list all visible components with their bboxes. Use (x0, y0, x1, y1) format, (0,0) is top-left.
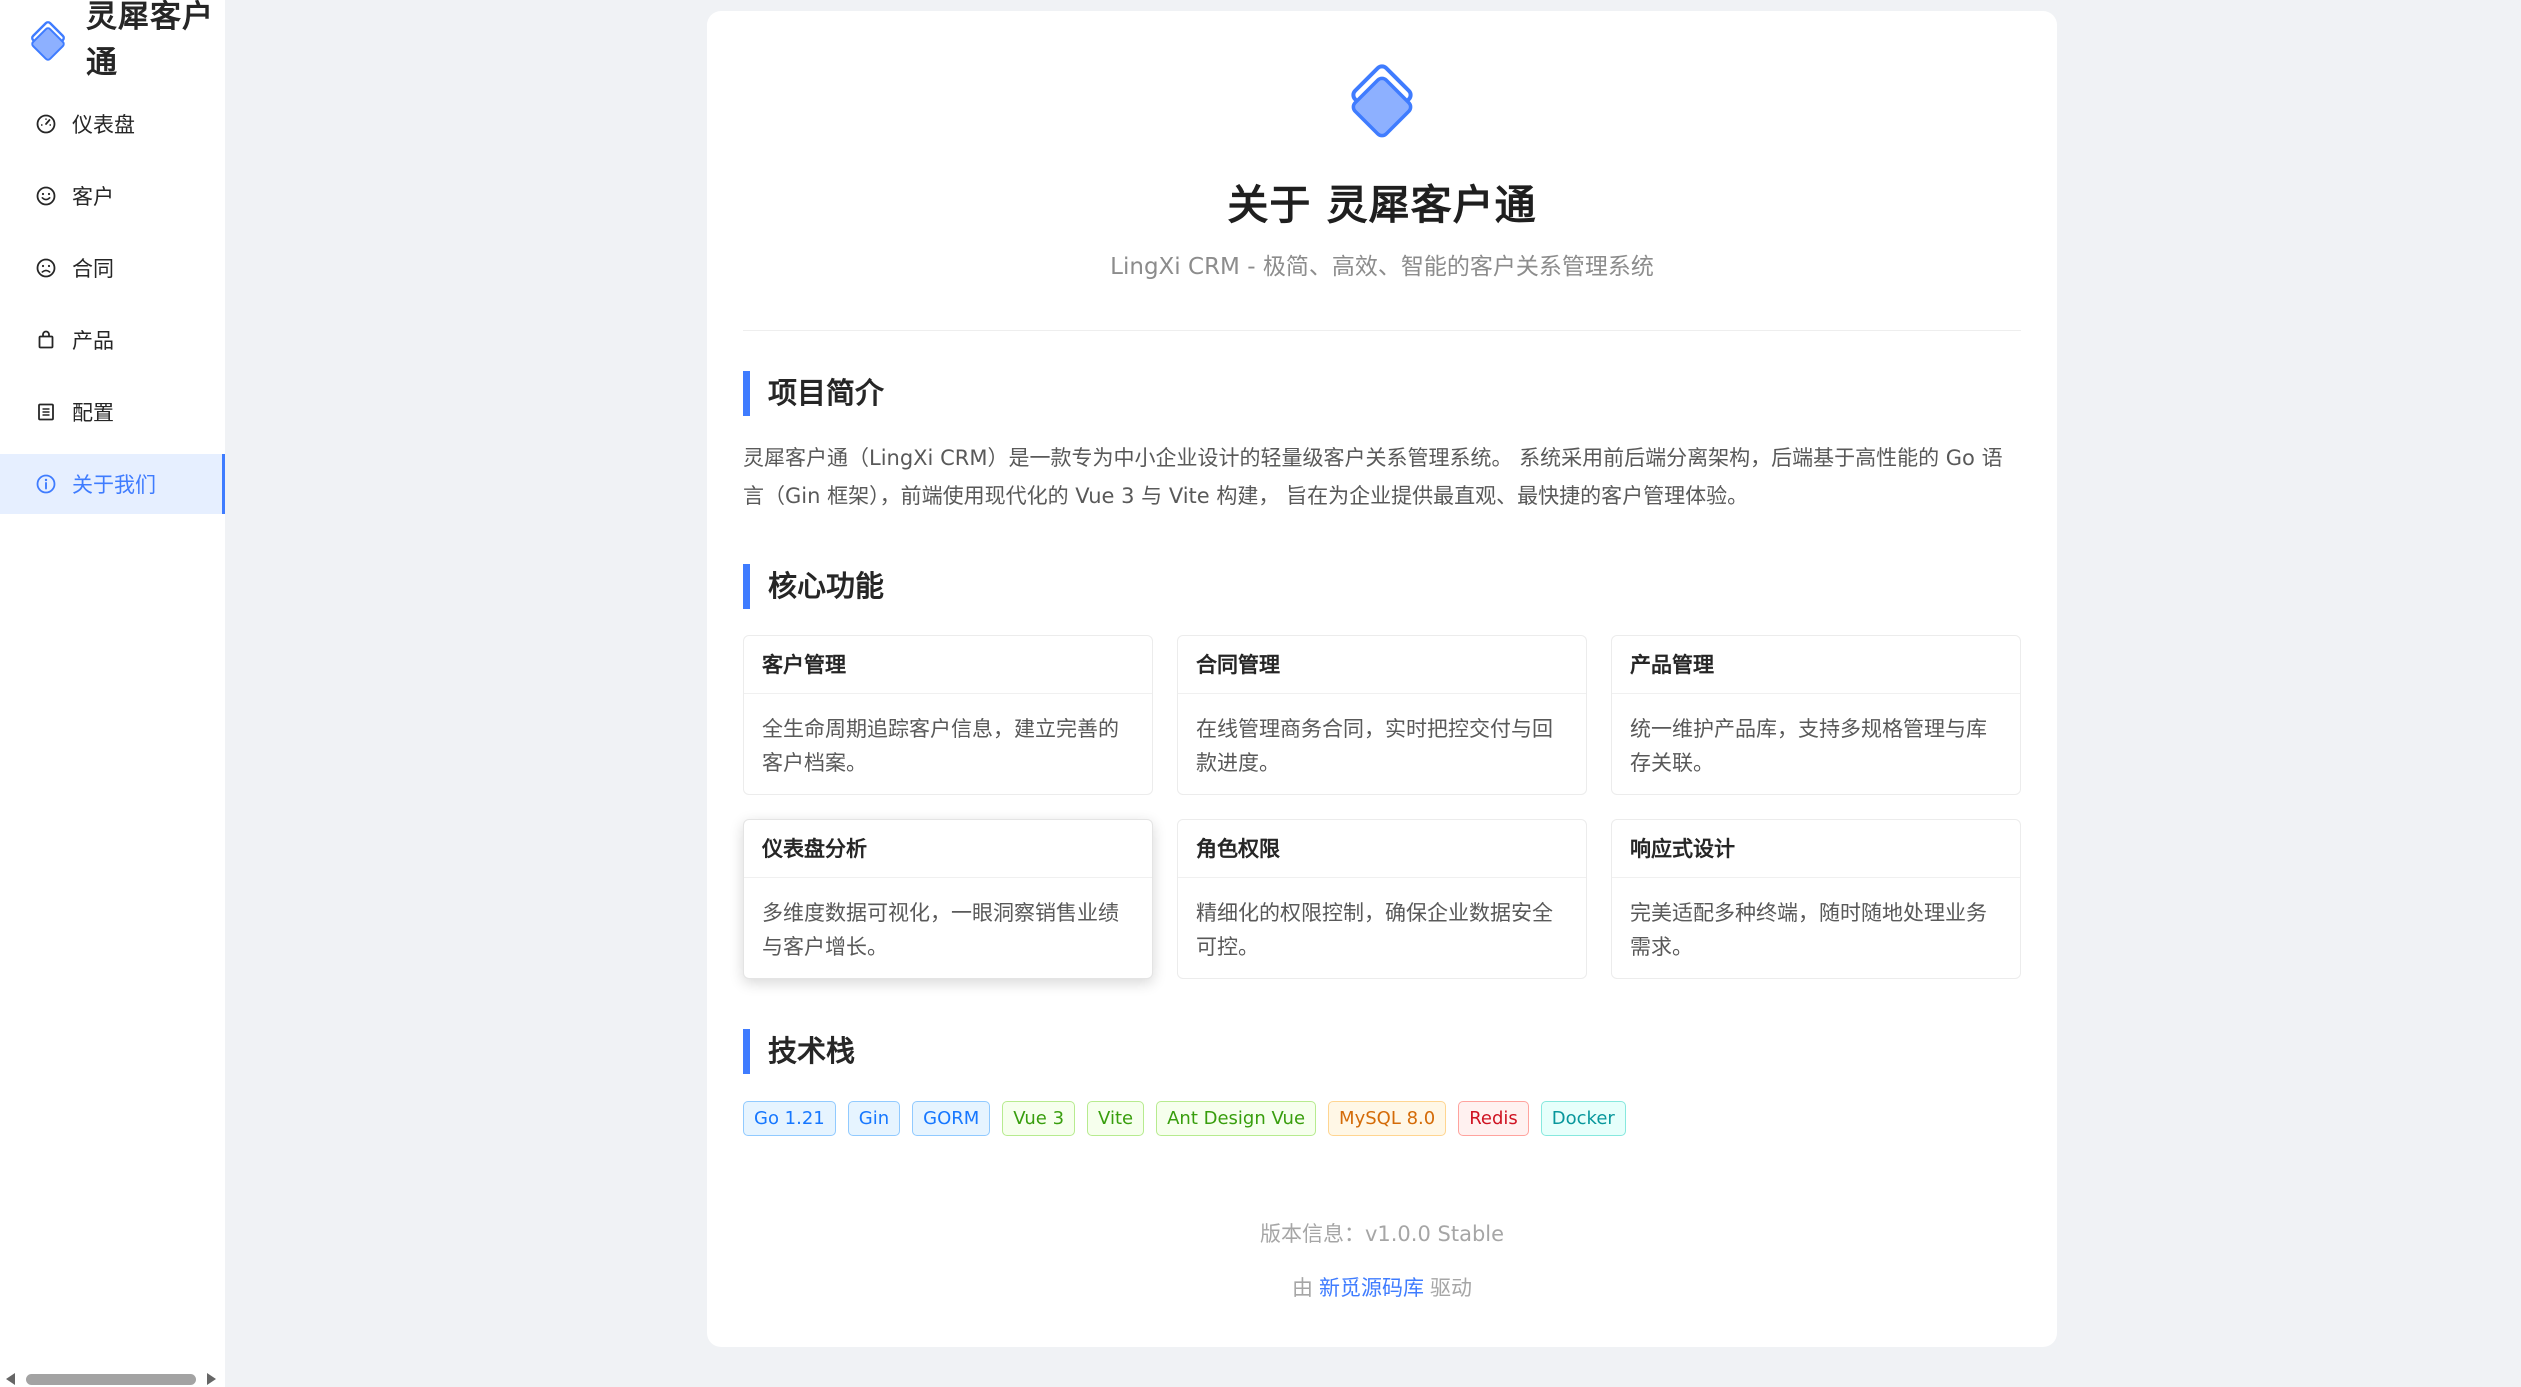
tech-tag: Ant Design Vue (1156, 1101, 1317, 1136)
feature-card-responsive[interactable]: 响应式设计 完美适配多种终端，随时随地处理业务需求。 (1611, 819, 2021, 979)
tech-tag: Gin (847, 1101, 901, 1136)
version-info: 版本信息：v1.0.0 Stable (707, 1218, 2057, 1248)
powered-by-link[interactable]: 新觅源码库 (1319, 1276, 1424, 1300)
sidebar-item-products[interactable]: 产品 (0, 310, 225, 370)
powered-suffix: 驱动 (1430, 1276, 1472, 1300)
diamond-logo-icon (31, 21, 65, 61)
feature-card-desc: 完美适配多种终端，随时随地处理业务需求。 (1630, 901, 1987, 959)
version-value: v1.0.0 Stable (1364, 1222, 1505, 1246)
tech-tag: Vue 3 (1002, 1101, 1076, 1136)
sidebar-item-label: 关于我们 (72, 473, 156, 497)
sidebar-item-label: 配置 (72, 401, 114, 425)
brand[interactable]: 灵犀客户通 (20, 0, 220, 90)
intro-paragraph: 灵犀客户通（LingXi CRM）是一款专为中小企业设计的轻量级客户关系管理系统… (743, 446, 2003, 508)
dashboard-icon (34, 112, 58, 136)
feature-card-title: 合同管理 (1178, 636, 1586, 694)
diamond-logo-icon (1351, 64, 1413, 138)
sidebar-item-dashboard[interactable]: 仪表盘 (0, 94, 225, 154)
feature-card-desc: 在线管理商务合同，实时把控交付与回款进度。 (1196, 717, 1553, 775)
sidebar-item-label: 合同 (72, 257, 114, 281)
scroll-right-arrow-icon[interactable] (207, 1373, 216, 1385)
sidebar: 灵犀客户通 仪表盘 客户 合同 产品 配置 关于我们 (0, 0, 225, 1387)
section-title-tech: 技术栈 (743, 1029, 855, 1074)
scrollbar-thumb[interactable] (26, 1374, 196, 1385)
tech-tag: MySQL 8.0 (1328, 1101, 1447, 1136)
feature-card-contracts[interactable]: 合同管理 在线管理商务合同，实时把控交付与回款进度。 (1177, 635, 1587, 795)
about-card: 关于 灵犀客户通 LingXi CRM - 极简、高效、智能的客户关系管理系统 … (707, 11, 2057, 1347)
sidebar-item-label: 产品 (72, 329, 114, 353)
smile-icon (34, 184, 58, 208)
feature-card-title: 客户管理 (744, 636, 1152, 694)
page-title: 关于 灵犀客户通 (707, 171, 2057, 231)
sidebar-item-settings[interactable]: 配置 (0, 382, 225, 442)
tech-tags: Go 1.21 Gin GORM Vue 3 Vite Ant Design V… (743, 1101, 2023, 1136)
feature-card-roles[interactable]: 角色权限 精细化的权限控制，确保企业数据安全可控。 (1177, 819, 1587, 979)
tech-tag: Redis (1458, 1101, 1529, 1136)
page-title-name: 灵犀客户通 (1326, 181, 1537, 229)
page-title-prefix: 关于 (1227, 181, 1312, 229)
feature-card-title: 产品管理 (1612, 636, 2020, 694)
sidebar-item-label: 客户 (72, 185, 114, 209)
sidebar-item-label: 仪表盘 (72, 113, 135, 137)
divider (743, 330, 2021, 331)
tech-tag: Vite (1087, 1101, 1145, 1136)
powered-by: 由新觅源码库 驱动 (707, 1272, 2057, 1302)
powered-prefix: 由 (1292, 1276, 1313, 1300)
frown-icon (34, 256, 58, 280)
brand-name: 灵犀客户通 (86, 0, 214, 81)
tech-tag: GORM (912, 1101, 991, 1136)
section-title-intro: 项目简介 (743, 371, 884, 416)
sidebar-menu: 仪表盘 客户 合同 产品 配置 关于我们 (0, 94, 225, 526)
feature-card-dashboard[interactable]: 仪表盘分析 多维度数据可视化，一眼洞察销售业绩与客户增长。 (743, 819, 1153, 979)
feature-card-desc: 精细化的权限控制，确保企业数据安全可控。 (1196, 901, 1553, 959)
page-subtitle: LingXi CRM - 极简、高效、智能的客户关系管理系统 (1110, 254, 1654, 280)
feature-card-products[interactable]: 产品管理 统一维护产品库，支持多规格管理与库存关联。 (1611, 635, 2021, 795)
tech-tag: Go 1.21 (743, 1101, 836, 1136)
scroll-left-arrow-icon[interactable] (6, 1373, 15, 1385)
sidebar-item-about[interactable]: 关于我们 (0, 454, 225, 514)
shopping-bag-icon (34, 328, 58, 352)
tech-tag: Docker (1540, 1101, 1626, 1136)
feature-card-desc: 统一维护产品库，支持多规格管理与库存关联。 (1630, 717, 1987, 775)
feature-card-title: 仪表盘分析 (744, 820, 1152, 878)
sidebar-item-contracts[interactable]: 合同 (0, 238, 225, 298)
feature-card-desc: 全生命周期追踪客户信息，建立完善的客户档案。 (762, 717, 1119, 775)
feature-card-desc: 多维度数据可视化，一眼洞察销售业绩与客户增长。 (762, 901, 1119, 959)
sidebar-horizontal-scrollbar[interactable] (0, 1370, 225, 1387)
sidebar-item-customers[interactable]: 客户 (0, 166, 225, 226)
feature-card-title: 角色权限 (1178, 820, 1586, 878)
section-title-features: 核心功能 (743, 564, 884, 609)
info-icon (34, 472, 58, 496)
version-label: 版本信息： (1259, 1222, 1365, 1246)
feature-card-title: 响应式设计 (1612, 820, 2020, 878)
feature-card-customers[interactable]: 客户管理 全生命周期追踪客户信息，建立完善的客户档案。 (743, 635, 1153, 795)
list-icon (34, 400, 58, 424)
